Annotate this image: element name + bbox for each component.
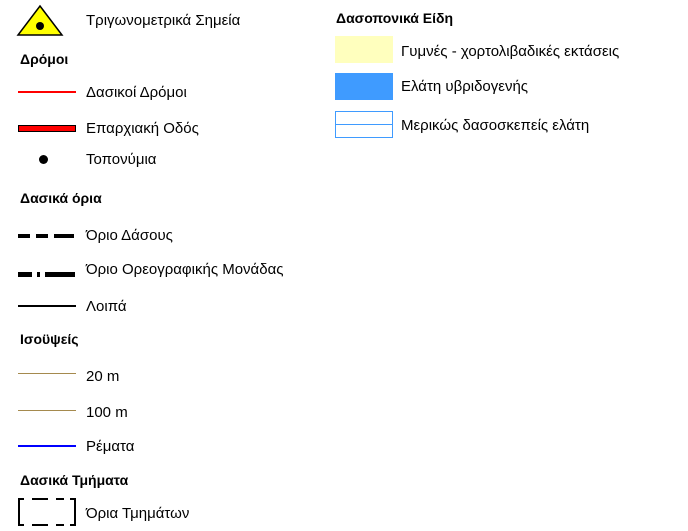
forest-boundary-line	[18, 226, 76, 238]
species-swatch-hybrid-fir	[335, 73, 393, 100]
forest-boundary-label: Όριο Δάσους	[86, 227, 173, 244]
provincial-road-line	[18, 125, 76, 132]
forest-boundaries-heading: Δασικά όρια	[20, 190, 102, 206]
dot-icon	[39, 155, 48, 164]
orographic-boundary-line	[18, 265, 76, 277]
species-swatch-partial-fir	[335, 111, 393, 138]
other-boundary-label: Λοιπά	[86, 298, 127, 315]
toponyms-label: Τοπονύμια	[86, 151, 157, 168]
forest-road-line	[18, 91, 76, 93]
contour-100m-line	[18, 410, 76, 411]
species-label-grassland: Γυμνές - χορτολιβαδικές εκτάσεις	[401, 43, 620, 60]
species-label-hybrid-fir: Ελάτη υβριδογενής	[401, 78, 529, 95]
orographic-boundary-label: Όριο Ορεογραφικής Μονάδας	[86, 261, 284, 278]
stream-label: Ρέματα	[86, 438, 135, 455]
contours-heading: Ισοϋψείς	[20, 331, 79, 347]
trig-points-label: Τριγωνομετρικά Σημεία	[86, 12, 241, 29]
roads-heading: Δρόμοι	[20, 51, 69, 67]
species-label-partial-fir: Μερικώς δασοσκεπείς ελάτη	[401, 117, 590, 134]
other-boundary-line	[18, 305, 76, 307]
triangle-point-icon	[12, 4, 68, 37]
contour-20m-label: 20 m	[86, 368, 120, 385]
section-boundary-label: Όρια Τμημάτων	[86, 505, 190, 522]
contour-20m-line	[18, 373, 76, 374]
forest-sections-heading: Δασικά Τμήματα	[20, 472, 129, 488]
stream-line	[18, 445, 76, 447]
provincial-road-label: Επαρχιακή Οδός	[86, 120, 199, 137]
forest-road-label: Δασικοί Δρόμοι	[86, 84, 187, 101]
section-boundary-icon	[18, 498, 78, 526]
species-heading: Δασοπονικά Είδη	[336, 10, 454, 26]
contour-100m-label: 100 m	[86, 404, 128, 421]
species-swatch-grassland	[335, 36, 393, 63]
